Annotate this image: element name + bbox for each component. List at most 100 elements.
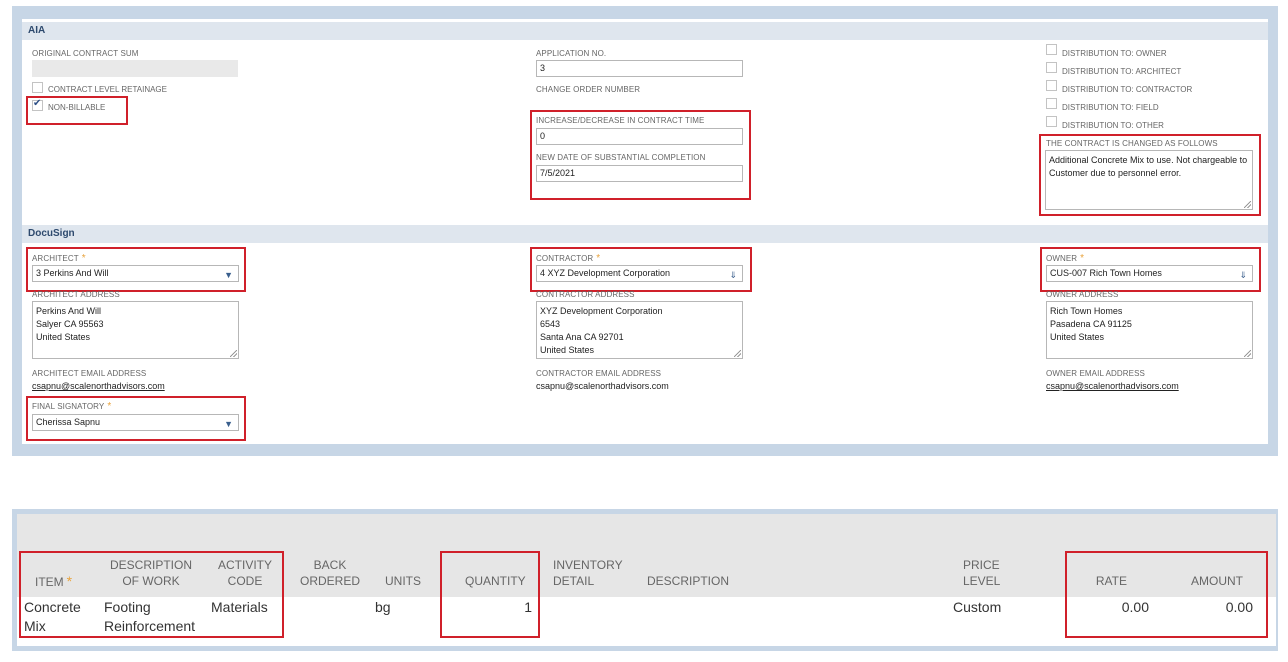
cell-item[interactable]: Concrete Mix: [24, 598, 81, 636]
contractor-address-line: 6543: [540, 319, 561, 329]
architect-address-label: ARCHITECT ADDRESS: [32, 290, 120, 299]
top-form-content: AIA ORIGINAL CONTRACT SUM CONTRACT LEVEL…: [22, 19, 1268, 444]
double-chevron-down-icon: ⇓: [1239, 270, 1247, 280]
column-header-description[interactable]: DESCRIPTION: [647, 573, 729, 589]
header-line: DETAIL: [553, 574, 595, 588]
architect-email-link[interactable]: csapnu@scalenorthadvisors.com: [32, 381, 165, 391]
column-header-units[interactable]: UNITS: [385, 573, 421, 589]
owner-address-line: Rich Town Homes: [1050, 306, 1123, 316]
contractor-address-line: United States: [540, 345, 595, 355]
cell-line: Footing: [104, 599, 151, 615]
distribution-contractor-checkbox[interactable]: [1046, 80, 1057, 91]
column-header-amount[interactable]: AMOUNT: [1167, 573, 1243, 589]
required-star-icon: *: [1080, 253, 1085, 264]
cell-price-level[interactable]: Custom: [953, 598, 1001, 617]
column-header-description-of-work[interactable]: DESCRIPTION OF WORK: [109, 557, 193, 589]
column-header-inventory-detail[interactable]: INVENTORY DETAIL: [553, 557, 623, 589]
resize-grip-icon[interactable]: [230, 350, 237, 357]
owner-label-text: OWNER: [1046, 254, 1078, 263]
header-line: DESCRIPTION: [109, 558, 192, 572]
owner-select-value: CUS-007 Rich Town Homes: [1050, 268, 1162, 278]
contract-changed-label: THE CONTRACT IS CHANGED AS FOLLOWS: [1046, 139, 1218, 148]
docusign-section-header[interactable]: DocuSign: [22, 225, 1268, 243]
architect-label: ARCHITECT *: [32, 253, 86, 264]
non-billable-label: NON-BILLABLE: [48, 103, 106, 112]
contractor-address-line: Santa Ana CA 92701: [540, 332, 624, 342]
non-billable-checkbox[interactable]: [32, 98, 43, 111]
contract-time-input[interactable]: 0: [536, 128, 743, 145]
distribution-field-label: DISTRIBUTION TO: FIELD: [1062, 103, 1159, 112]
distribution-field-checkbox[interactable]: [1046, 98, 1057, 109]
contract-level-retainage-checkbox[interactable]: [32, 82, 43, 93]
resize-grip-icon[interactable]: [734, 350, 741, 357]
contractor-address-line: XYZ Development Corporation: [540, 306, 663, 316]
application-no-input[interactable]: 3: [536, 60, 743, 77]
header-line: CODE: [227, 574, 263, 588]
dropdown-arrow-icon: ▼: [224, 270, 233, 280]
distribution-contractor-label: DISTRIBUTION TO: CONTRACTOR: [1062, 85, 1193, 94]
architect-label-text: ARCHITECT: [32, 254, 79, 263]
cell-rate[interactable]: 0.00: [1077, 598, 1149, 617]
owner-select[interactable]: CUS-007 Rich Town Homes ⇓: [1046, 265, 1253, 282]
required-star-icon: *: [81, 253, 86, 264]
cell-activity-code[interactable]: Materials: [211, 598, 268, 617]
application-no-label: APPLICATION NO.: [536, 49, 607, 58]
contract-time-label: INCREASE/DECREASE IN CONTRACT TIME: [536, 116, 705, 125]
column-header-item[interactable]: ITEM *: [35, 573, 72, 590]
substantial-completion-input[interactable]: 7/5/2021: [536, 165, 743, 182]
architect-select-value: 3 Perkins And Will: [36, 268, 109, 278]
contractor-label: CONTRACTOR *: [536, 253, 600, 264]
header-line: LEVEL: [963, 574, 1001, 588]
cell-amount[interactable]: 0.00: [1177, 598, 1253, 617]
header-line: BACK: [313, 558, 347, 572]
contractor-email-label: CONTRACTOR EMAIL ADDRESS: [536, 369, 662, 378]
column-header-back-ordered[interactable]: BACK ORDERED: [297, 557, 363, 589]
contractor-select[interactable]: 4 XYZ Development Corporation ⇓: [536, 265, 743, 282]
dropdown-arrow-icon: ▼: [224, 419, 233, 429]
column-header-quantity[interactable]: QUANTITY: [465, 573, 526, 589]
architect-address-textarea[interactable]: Perkins And Will Salyer CA 95563 United …: [32, 301, 239, 359]
architect-select[interactable]: 3 Perkins And Will ▼: [32, 265, 239, 282]
substantial-completion-label: NEW DATE OF SUBSTANTIAL COMPLETION: [536, 153, 706, 162]
column-header-activity-code[interactable]: ACTIVITY CODE: [213, 557, 277, 589]
contract-changed-text: Additional Concrete Mix to use. Not char…: [1049, 155, 1248, 178]
owner-address-textarea[interactable]: Rich Town Homes Pasadena CA 91125 United…: [1046, 301, 1253, 359]
contractor-address-textarea[interactable]: XYZ Development Corporation 6543 Santa A…: [536, 301, 743, 359]
column-header-item-text: ITEM: [35, 575, 64, 589]
distribution-other-checkbox[interactable]: [1046, 116, 1057, 127]
cell-units[interactable]: bg: [375, 598, 391, 617]
cell-quantity[interactable]: 1: [477, 598, 532, 617]
header-line: ORDERED: [299, 574, 360, 588]
resize-grip-icon[interactable]: [1244, 350, 1251, 357]
contractor-email-text: csapnu@scalenorthadvisors.com: [536, 381, 669, 391]
header-line: INVENTORY: [553, 558, 623, 572]
contract-changed-textarea[interactable]: Additional Concrete Mix to use. Not char…: [1045, 150, 1253, 210]
owner-address-line: Pasadena CA 91125: [1050, 319, 1132, 329]
distribution-other-label: DISTRIBUTION TO: OTHER: [1062, 121, 1164, 130]
cell-description-of-work[interactable]: Footing Reinforcement: [104, 598, 195, 636]
contractor-select-value: 4 XYZ Development Corporation: [540, 268, 671, 278]
required-star-icon: *: [596, 253, 601, 264]
header-line: ACTIVITY: [217, 558, 272, 572]
final-signatory-select[interactable]: Cherissa Sapnu ▼: [32, 414, 239, 431]
architect-address-line: United States: [36, 332, 91, 342]
owner-email-link[interactable]: csapnu@scalenorthadvisors.com: [1046, 381, 1179, 391]
distribution-owner-label: DISTRIBUTION TO: OWNER: [1062, 49, 1167, 58]
change-order-number-label: CHANGE ORDER NUMBER: [536, 85, 641, 94]
header-line: PRICE: [963, 558, 1000, 572]
final-signatory-label: FINAL SIGNATORY *: [32, 401, 111, 412]
column-header-price-level[interactable]: PRICE LEVEL: [963, 557, 1000, 589]
contract-level-retainage-label: CONTRACT LEVEL RETAINAGE: [48, 85, 167, 94]
owner-email-label: OWNER EMAIL ADDRESS: [1046, 369, 1145, 378]
cell-line: Concrete: [24, 599, 81, 615]
owner-address-line: United States: [1050, 332, 1105, 342]
required-star-icon: *: [66, 573, 73, 589]
architect-address-line: Perkins And Will: [36, 306, 102, 316]
aia-section-header[interactable]: AIA: [22, 22, 1268, 40]
items-table: ITEM * DESCRIPTION OF WORK ACTIVITY CODE …: [17, 514, 1276, 646]
original-contract-sum-field: [32, 60, 238, 77]
resize-grip-icon[interactable]: [1244, 201, 1251, 208]
distribution-owner-checkbox[interactable]: [1046, 44, 1057, 55]
distribution-architect-checkbox[interactable]: [1046, 62, 1057, 73]
column-header-rate[interactable]: RATE: [1077, 573, 1127, 589]
